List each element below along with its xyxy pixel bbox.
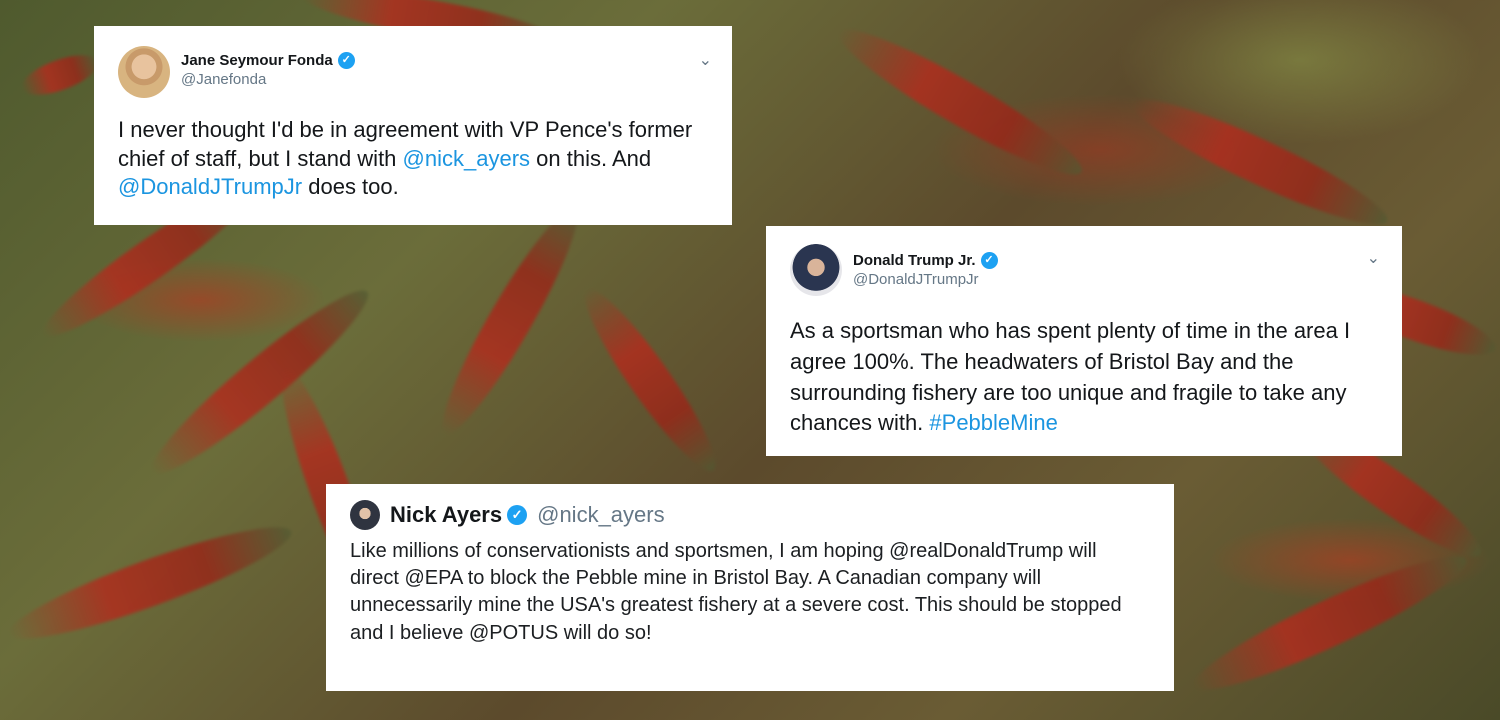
- salmon-shape: [570, 278, 730, 482]
- tweet-card-nick-ayers[interactable]: Nick Ayers ✓ @nick_ayers Like millions o…: [326, 484, 1174, 691]
- verified-badge-icon: ✓: [337, 52, 355, 69]
- tweet-text: As a sportsman who has spent plenty of t…: [790, 318, 1351, 436]
- avatar[interactable]: [350, 500, 380, 530]
- user-handle[interactable]: @nick_ayers: [537, 502, 665, 528]
- tweet-text: I never thought I'd be in agreement with…: [118, 117, 693, 200]
- chevron-down-icon[interactable]: ⌄: [699, 50, 712, 70]
- tweet-card-jane-fonda[interactable]: Jane Seymour Fonda ✓ @Janefonda ⌄ I neve…: [94, 26, 732, 225]
- user-handle[interactable]: @Janefonda: [181, 71, 355, 88]
- hashtag-link[interactable]: #PebbleMine: [929, 410, 1057, 435]
- chevron-down-icon[interactable]: ⌄: [1367, 248, 1380, 268]
- avatar[interactable]: [790, 244, 842, 296]
- avatar[interactable]: [118, 46, 170, 98]
- mention-link[interactable]: @nick_ayers: [403, 146, 531, 171]
- salmon-shape: [426, 197, 594, 445]
- salmon-shape: [1123, 82, 1397, 242]
- display-name[interactable]: Donald Trump Jr.: [853, 252, 976, 269]
- mention-link[interactable]: @DonaldJTrumpJr: [118, 174, 302, 199]
- salmon-shape: [17, 47, 103, 103]
- user-handle[interactable]: @DonaldJTrumpJr: [853, 271, 998, 288]
- verified-badge-icon: ✓: [980, 252, 998, 269]
- verified-badge-icon: ✓: [507, 505, 528, 525]
- salmon-shape: [1184, 538, 1476, 708]
- salmon-shape: [1, 510, 299, 656]
- tweet-card-donald-trump-jr[interactable]: Donald Trump Jr. ✓ @DonaldJTrumpJr ⌄ As …: [766, 226, 1402, 456]
- tweet-text: Like millions of conservationists and sp…: [350, 540, 1122, 644]
- salmon-shape: [138, 275, 382, 489]
- display-name[interactable]: Nick Ayers: [390, 502, 502, 528]
- salmon-shape: [827, 12, 1093, 192]
- display-name[interactable]: Jane Seymour Fonda: [181, 52, 333, 69]
